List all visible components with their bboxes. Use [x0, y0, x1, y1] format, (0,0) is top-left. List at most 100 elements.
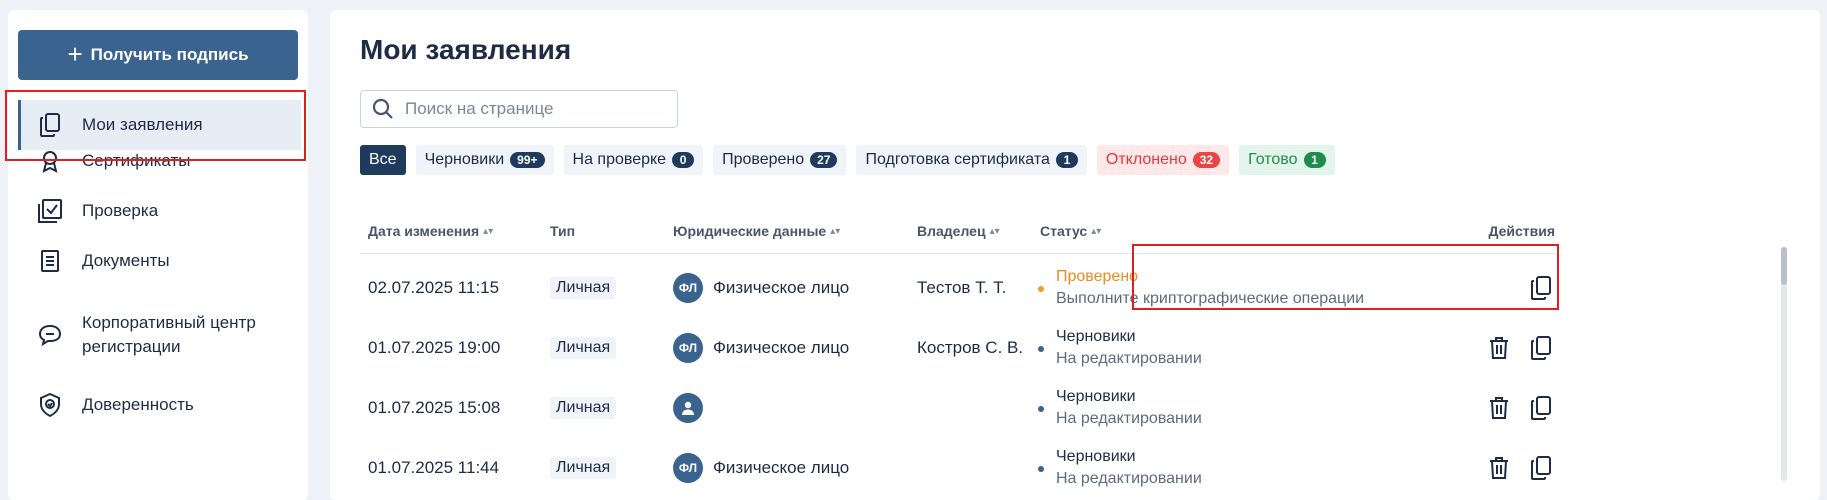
plus-icon: + — [67, 39, 83, 69]
copy-icon[interactable] — [1527, 334, 1555, 362]
status-dot — [1038, 286, 1044, 292]
status-cell: Черновики На редактировании — [1038, 438, 1202, 498]
substatus-text: На редактировании — [1056, 350, 1202, 367]
column-label: Статус — [1040, 223, 1088, 239]
legal-text: Физическое лицо — [713, 338, 850, 357]
type-tag: Личная — [550, 457, 617, 479]
scrollbar-thumb[interactable] — [1781, 247, 1787, 285]
trash-icon[interactable] — [1485, 394, 1513, 422]
sort-icon: ▴▾ — [1091, 225, 1102, 237]
document-icon — [36, 247, 64, 275]
table-row[interactable]: 02.07.2025 11:15 Личная ФЛ Физическое ли… — [360, 258, 1555, 318]
status-cell: Проверено Выполните криптографические оп… — [1038, 258, 1364, 318]
filter-label: Черновики — [424, 151, 505, 168]
row-actions — [1485, 378, 1555, 438]
sidebar-item-label: Доверенность — [82, 395, 194, 414]
column-label: Юридические данные — [673, 223, 827, 239]
status-cell: Черновики На редактировании — [1038, 378, 1202, 438]
filter-rejected[interactable]: Отклонено 32 — [1096, 145, 1230, 175]
sidebar-item-verification[interactable]: Проверка — [18, 190, 298, 232]
search-icon — [371, 97, 395, 121]
table-scrollbar[interactable] — [1781, 247, 1787, 481]
search-input[interactable] — [403, 98, 657, 120]
shield-icon — [36, 391, 64, 419]
filter-label: Отклонено — [1105, 151, 1187, 168]
table-row[interactable]: 01.07.2025 15:08 Личная Черновики На ред… — [360, 378, 1555, 438]
filter-label: На проверке — [572, 151, 667, 168]
copy-icon[interactable] — [1527, 394, 1555, 422]
filter-label: Готово — [1248, 151, 1298, 168]
row-actions — [1485, 438, 1555, 498]
award-icon — [36, 147, 64, 175]
status-cell: Черновики На редактировании — [1038, 318, 1202, 378]
trash-icon[interactable] — [1485, 454, 1513, 482]
column-header-status[interactable]: Статус ▴▾ — [1040, 223, 1101, 239]
filter-all[interactable]: Все — [360, 145, 406, 175]
get-signature-button[interactable]: + Получить подпись — [18, 30, 298, 80]
entity-badge: ФЛ — [673, 453, 703, 483]
filter-ready[interactable]: Готово 1 — [1239, 145, 1335, 175]
filter-verified[interactable]: Проверено 27 — [713, 145, 847, 175]
sidebar-item-certificates[interactable]: Сертификаты — [18, 140, 298, 182]
date-cell: 01.07.2025 11:44 — [368, 458, 500, 477]
column-label: Тип — [550, 223, 576, 239]
legal-cell: ФЛ Физическое лицо — [673, 258, 849, 318]
column-header-type: Тип — [550, 223, 575, 239]
search-field[interactable] — [360, 90, 678, 128]
substatus-text: На редактировании — [1056, 470, 1202, 487]
sidebar-item-documents[interactable]: Документы — [18, 240, 298, 282]
column-label: Действия — [1488, 223, 1555, 239]
count-badge: 1 — [1055, 152, 1078, 168]
entity-badge: ФЛ — [673, 333, 703, 363]
legal-text: Физическое лицо — [713, 278, 850, 297]
status-text: Черновики — [1056, 388, 1136, 405]
table-row[interactable]: 01.07.2025 11:44 Личная ФЛ Физическое ли… — [360, 438, 1555, 498]
owner-cell: Костров С. В. — [917, 338, 1024, 357]
table-row[interactable]: 01.07.2025 19:00 Личная ФЛ Физическое ли… — [360, 318, 1555, 378]
copy-icon[interactable] — [1527, 274, 1555, 302]
row-actions — [1527, 258, 1555, 318]
column-header-actions: Действия — [1488, 223, 1555, 239]
status-dot — [1038, 406, 1044, 412]
legal-cell: ФЛ Физическое лицо — [673, 318, 849, 378]
filter-certificate-prep[interactable]: Подготовка сертификата 1 — [856, 145, 1087, 175]
filter-under-review[interactable]: На проверке 0 — [563, 145, 704, 175]
status-dot — [1038, 466, 1044, 472]
status-filters: Все Черновики 99+ На проверке 0 Проверен… — [360, 145, 1335, 175]
copy-icon[interactable] — [1527, 454, 1555, 482]
status-dot — [1038, 346, 1044, 352]
filter-label: Все — [369, 151, 397, 168]
column-label: Дата изменения — [368, 223, 480, 239]
status-text: Черновики — [1056, 328, 1136, 345]
trash-icon[interactable] — [1485, 334, 1513, 362]
copy-icon — [36, 111, 64, 139]
column-header-legal[interactable]: Юридические данные ▴▾ — [673, 223, 840, 239]
substatus-text: На редактировании — [1056, 410, 1202, 427]
sidebar-item-power-of-attorney[interactable]: Доверенность — [18, 384, 298, 426]
sidebar-item-label: Корпоративный центр регистрации — [82, 313, 256, 356]
sidebar-item-corporate-center[interactable]: Корпоративный центр регистрации — [18, 308, 298, 362]
sort-icon: ▴▾ — [989, 225, 1000, 237]
filter-drafts[interactable]: Черновики 99+ — [415, 145, 554, 175]
sidebar-item-label: Документы — [82, 251, 170, 270]
type-tag: Личная — [550, 337, 617, 359]
count-badge: 27 — [810, 152, 838, 168]
row-actions — [1485, 318, 1555, 378]
column-header-date[interactable]: Дата изменения ▴▾ — [368, 223, 493, 239]
sort-icon: ▴▾ — [483, 225, 494, 237]
substatus-text: Выполните криптографические операции — [1056, 290, 1365, 307]
sidebar-item-label: Проверка — [82, 201, 159, 220]
main-panel: Мои заявления Все Черновики 99+ На прове… — [330, 10, 1820, 500]
type-tag: Личная — [550, 277, 617, 299]
filter-label: Подготовка сертификата — [865, 151, 1050, 168]
count-badge: 1 — [1303, 152, 1326, 168]
column-header-owner[interactable]: Владелец ▴▾ — [917, 223, 1000, 239]
status-text: Проверено — [1056, 268, 1139, 285]
table-header: Дата изменения ▴▾ Тип Юридические данные ▴… — [360, 215, 1555, 254]
count-badge: 32 — [1192, 152, 1221, 168]
chat-bubble-icon — [36, 321, 64, 349]
filter-label: Проверено — [722, 151, 805, 168]
get-signature-label: Получить подпись — [90, 45, 249, 64]
owner-cell: Тестов Т. Т. — [917, 278, 1007, 297]
legal-cell — [673, 378, 713, 438]
